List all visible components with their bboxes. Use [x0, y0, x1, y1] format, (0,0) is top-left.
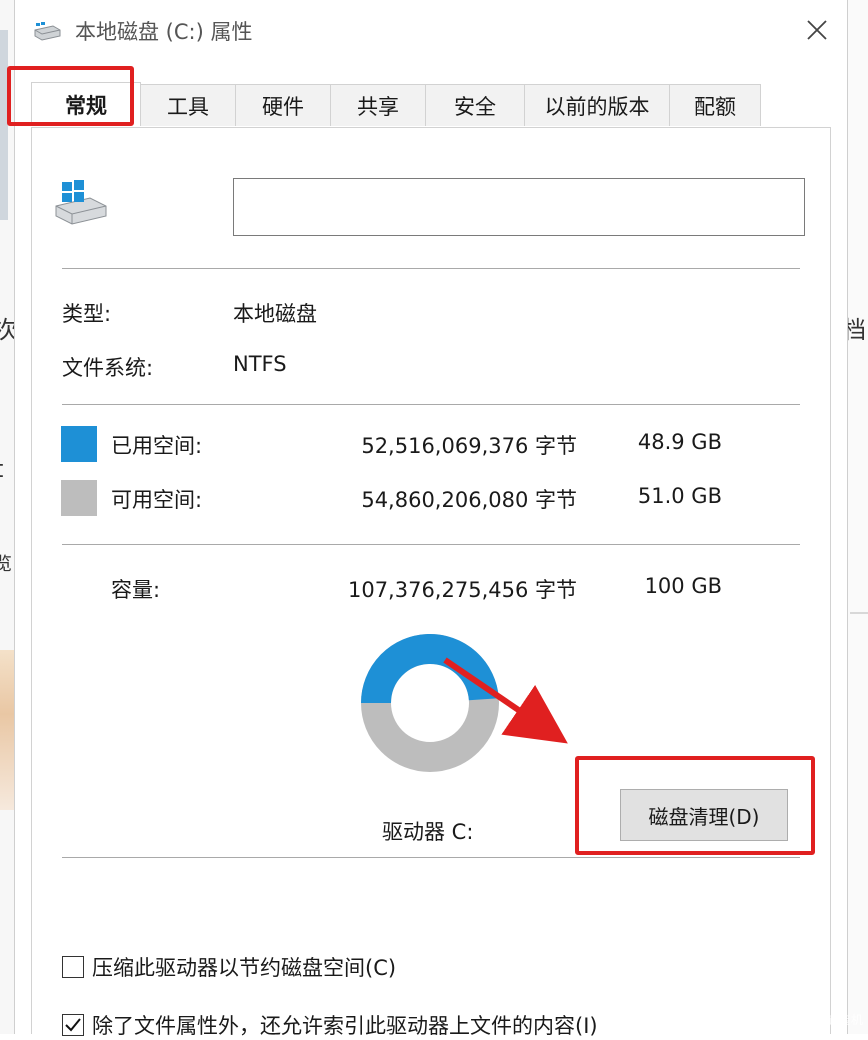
tab-previous-versions[interactable]: 以前的版本 — [524, 84, 670, 126]
used-space-bytes: 52,516,069,376 字节 — [361, 434, 577, 458]
capacity-bytes: 107,376,275,456 字节 — [347, 578, 577, 602]
capacity-size: 100 GB — [644, 574, 722, 598]
watermark: 电脑装机 — [811, 1013, 864, 1027]
used-space-size: 48.9 GB — [637, 430, 722, 454]
index-checkbox[interactable] — [62, 1014, 84, 1036]
type-label: 类型: — [62, 302, 112, 326]
background-divider — [850, 612, 868, 614]
used-space-swatch — [61, 426, 97, 462]
tab-security[interactable]: 安全 — [425, 84, 525, 126]
properties-dialog: 本地磁盘 (C:) 属性 常规 工具 硬件 共享 安全 以前的版本 配额 — [14, 0, 848, 1034]
compress-label: 压缩此驱动器以节约磁盘空间(C) — [92, 956, 397, 980]
window-title: 本地磁盘 (C:) 属性 — [75, 20, 253, 44]
filesystem-label: 文件系统: — [62, 356, 154, 380]
used-space-label: 已用空间: — [111, 434, 203, 458]
drive-icon — [55, 180, 107, 225]
check-icon — [65, 1018, 81, 1032]
tab-hardware[interactable]: 硬件 — [235, 84, 331, 126]
compress-checkbox[interactable] — [62, 956, 84, 978]
free-space-swatch — [61, 480, 97, 516]
tab-sharing[interactable]: 共享 — [330, 84, 426, 126]
title-bar: 本地磁盘 (C:) 属性 — [15, 0, 847, 62]
type-value: 本地磁盘 — [233, 302, 317, 326]
separator — [62, 404, 800, 405]
disk-cleanup-button[interactable]: 磁盘清理(D) — [620, 789, 788, 841]
free-space-label: 可用空间: — [111, 488, 203, 512]
background-window-right: 档 — [842, 0, 868, 1034]
filesystem-value: NTFS — [233, 352, 287, 376]
tab-tools[interactable]: 工具 — [140, 84, 236, 126]
tab-strip: 常规 工具 硬件 共享 安全 以前的版本 配额 — [31, 82, 761, 128]
drive-name-input[interactable] — [233, 178, 805, 236]
used-space-arc — [361, 634, 499, 704]
separator — [62, 857, 800, 858]
free-space-bytes: 54,860,206,080 字节 — [361, 488, 577, 512]
drive-letter-label: 驱动器 C: — [382, 820, 474, 844]
tab-general[interactable]: 常规 — [31, 82, 141, 126]
index-option[interactable]: 除了文件属性外，还允许索引此驱动器上文件的内容(I) — [62, 1010, 598, 1040]
separator — [62, 544, 800, 545]
close-button[interactable] — [795, 10, 839, 50]
index-label: 除了文件属性外，还允许索引此驱动器上文件的内容(I) — [92, 1014, 598, 1038]
capacity-label: 容量: — [111, 578, 161, 602]
compress-option[interactable]: 压缩此驱动器以节约磁盘空间(C) — [62, 952, 396, 982]
background-strip — [0, 30, 8, 220]
tab-quota[interactable]: 配额 — [669, 84, 761, 126]
background-text-fragment: t — [0, 455, 3, 483]
disk-usage-donut — [361, 634, 499, 772]
separator — [62, 268, 800, 269]
close-icon[interactable] — [806, 19, 828, 41]
background-image-fragment — [0, 650, 14, 810]
free-space-size: 51.0 GB — [637, 484, 722, 508]
background-window-left: 次 t 览 — [0, 0, 18, 1034]
background-text-fragment: 览 — [0, 554, 12, 575]
drive-icon — [34, 22, 61, 41]
